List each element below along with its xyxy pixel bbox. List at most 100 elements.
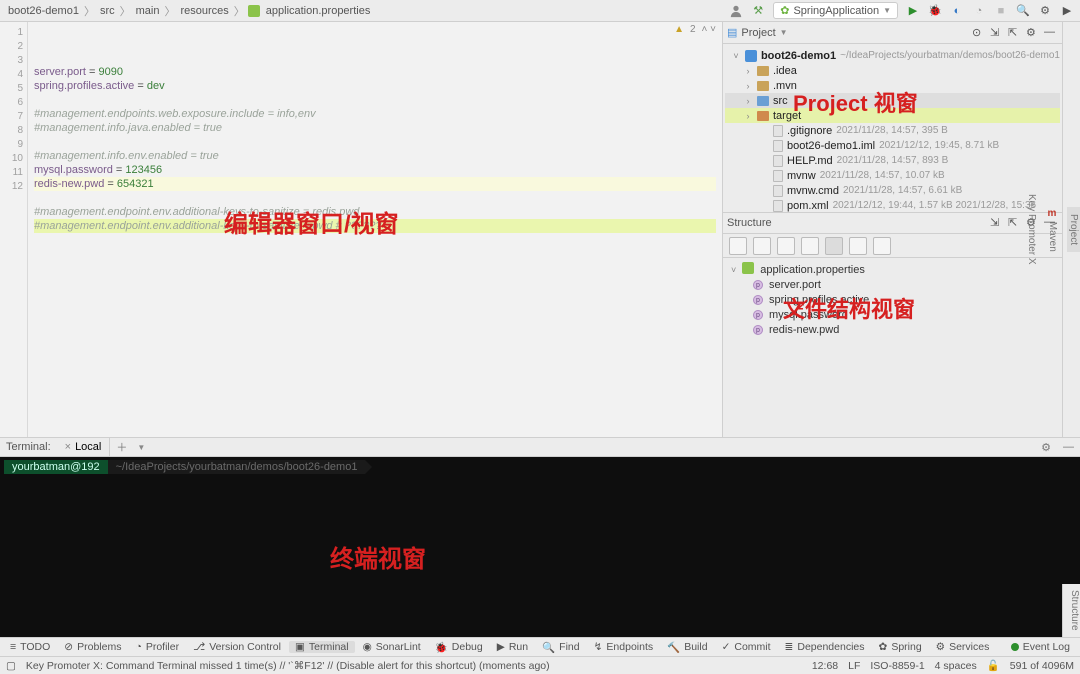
tree-file[interactable]: boot26-demo1.iml 2021/12/12, 19:45, 8.71… — [725, 138, 1060, 153]
notification-icon[interactable]: ▢ — [6, 660, 16, 672]
crumb-project[interactable]: boot26-demo1 — [6, 5, 81, 17]
stop-icon[interactable]: ■ — [994, 4, 1008, 18]
code-line[interactable] — [34, 93, 716, 107]
structure-property[interactable]: pserver.port — [727, 277, 1058, 292]
structure-property[interactable]: predis-new.pwd — [727, 322, 1058, 337]
code-line[interactable]: #management.endpoints.web.exposure.inclu… — [34, 107, 716, 121]
code-line[interactable]: redis-new.pwd = 654321 — [34, 177, 716, 191]
close-icon[interactable]: × — [65, 441, 71, 453]
tree-folder[interactable]: ›.mvn — [725, 78, 1060, 93]
tool-debug[interactable]: 🐞Debug — [429, 641, 489, 654]
tool-event-log[interactable]: Event Log — [1005, 641, 1076, 653]
crumb-file[interactable]: application.properties — [264, 5, 373, 17]
code-line[interactable] — [34, 135, 716, 149]
terminal-body[interactable]: yourbatman@192 ~/IdeaProjects/yourbatman… — [0, 457, 1080, 637]
tool-endpoints[interactable]: ↯Endpoints — [588, 641, 660, 653]
tool-sonarlint[interactable]: ◉SonarLint — [357, 641, 427, 653]
breadcrumb[interactable]: boot26-demo1 〉 src 〉 main 〉 resources 〉 … — [0, 3, 372, 19]
structure-property[interactable]: pspring.profiles.active — [727, 292, 1058, 307]
hide-icon[interactable]: — — [1044, 26, 1058, 40]
play-multicolor-icon[interactable]: ▶ — [1060, 4, 1074, 18]
crumb-resources[interactable]: resources — [178, 5, 230, 17]
tree-folder-src[interactable]: ›src — [725, 93, 1060, 108]
tool-dependencies[interactable]: ≣Dependencies — [779, 641, 871, 653]
sort-az-icon[interactable] — [729, 237, 747, 255]
tree-file[interactable]: .gitignore 2021/11/28, 14:57, 395 B — [725, 123, 1060, 138]
user-icon[interactable] — [729, 4, 743, 18]
status-message[interactable]: Key Promoter X: Command Terminal missed … — [26, 660, 550, 672]
sidebar-tab-structure[interactable]: Structure — [1062, 584, 1080, 637]
structure-tree[interactable]: ˅ application.properties pserver.portpsp… — [723, 258, 1062, 408]
line-separator[interactable]: LF — [848, 660, 860, 672]
memory-indicator[interactable]: 591 of 4096M — [1010, 660, 1074, 672]
code-line[interactable]: #management.endpoint.env.additional-keys… — [34, 205, 716, 219]
tree-file[interactable]: mvnw.cmd 2021/11/28, 14:57, 6.61 kB — [725, 183, 1060, 198]
tree-folder-target[interactable]: ›target — [725, 108, 1060, 123]
tool-window-bar[interactable]: ≡TODO⊘Problems◔Profiler⎇Version Control▣… — [0, 637, 1080, 656]
profile-icon[interactable]: ◔ — [972, 4, 986, 18]
code-line[interactable] — [34, 191, 716, 205]
hammer-icon[interactable]: ⚒ — [751, 4, 765, 18]
hide-icon[interactable]: — — [1057, 441, 1080, 453]
tree-file[interactable]: pom.xml 2021/12/12, 19:44, 1.57 kB 2021/… — [725, 198, 1060, 212]
tool-version-control[interactable]: ⎇Version Control — [187, 641, 287, 653]
gear-icon[interactable]: ⚙ — [1035, 441, 1057, 454]
show-fields-icon[interactable] — [849, 237, 867, 255]
search-icon[interactable]: 🔍 — [1016, 4, 1030, 18]
run-config-select[interactable]: ✿ SpringApplication ▼ — [773, 2, 898, 19]
tool-problems[interactable]: ⊘Problems — [58, 641, 127, 653]
collapse-all-icon[interactable]: ⇱ — [1008, 216, 1022, 230]
sidebar-tab-project[interactable]: Project — [1067, 207, 1080, 252]
run-icon[interactable]: ▶ — [906, 4, 920, 18]
tree-file[interactable]: HELP.md 2021/11/28, 14:57, 893 B — [725, 153, 1060, 168]
file-encoding[interactable]: ISO-8859-1 — [870, 660, 924, 672]
tool-commit[interactable]: ✓Commit — [716, 641, 777, 653]
lock-icon[interactable]: 🔓 — [987, 659, 1000, 672]
debug-icon[interactable]: 🐞 — [928, 4, 942, 18]
editor-code[interactable]: ▲ 2 ˄ ˅ server.port = 9090spring.profile… — [28, 22, 722, 437]
chevron-down-icon[interactable]: ▼ — [780, 28, 788, 37]
gear-icon[interactable]: ⚙ — [1026, 26, 1040, 40]
tool-build[interactable]: 🔨Build — [661, 641, 713, 654]
code-line[interactable]: #management.info.java.enabled = true — [34, 121, 716, 135]
tree-folder[interactable]: ›.idea — [725, 63, 1060, 78]
terminal-tab-local[interactable]: × Local — [57, 438, 111, 456]
structure-panel-header[interactable]: Structure ⇲ ⇱ ⚙ — — [723, 212, 1062, 234]
expand-all-icon[interactable]: ⇲ — [990, 26, 1004, 40]
expand-all-icon[interactable]: ⇲ — [990, 216, 1004, 230]
gear-icon[interactable]: ⚙ — [1038, 4, 1052, 18]
tool-find[interactable]: 🔍Find — [536, 641, 586, 654]
structure-root[interactable]: ˅ application.properties — [727, 262, 1058, 277]
code-line[interactable]: server.port = 9090 — [34, 65, 716, 79]
tool-terminal[interactable]: ▣Terminal — [289, 641, 355, 653]
inspection-widget[interactable]: ▲ 2 ˄ ˅ — [674, 24, 716, 35]
editor-pane[interactable]: 123456789101112 ▲ 2 ˄ ˅ server.port = 90… — [0, 22, 722, 437]
tool-spring[interactable]: ✿Spring — [873, 641, 928, 653]
tree-file[interactable]: mvnw 2021/11/28, 14:57, 10.07 kB — [725, 168, 1060, 183]
code-line[interactable]: spring.profiles.active = dev — [34, 79, 716, 93]
sort-za-icon[interactable] — [753, 237, 771, 255]
code-line[interactable]: #management.endpoint.env.additional-keys… — [34, 219, 716, 233]
terminal-pane[interactable]: Terminal: × Local ＋ ▼ ⚙ — yourbatman@192… — [0, 437, 1080, 637]
code-line[interactable]: #management.info.env.enabled = true — [34, 149, 716, 163]
collapse-all-icon[interactable]: ⇱ — [1008, 26, 1022, 40]
code-line[interactable]: mysql.password = 123456 — [34, 163, 716, 177]
chevron-down-icon[interactable]: ▼ — [133, 443, 149, 452]
tool-profiler[interactable]: ◔Profiler — [129, 641, 185, 653]
expander-icon[interactable]: ˅ — [731, 51, 741, 61]
expander-icon[interactable]: ˅ — [731, 265, 736, 275]
terminal-add-button[interactable]: ＋ — [110, 439, 133, 455]
autoscroll-from-icon[interactable] — [825, 237, 843, 255]
project-panel-header[interactable]: ▤ Project ▼ ⊙ ⇲ ⇱ ⚙ — — [723, 22, 1062, 44]
indent-setting[interactable]: 4 spaces — [935, 660, 977, 672]
caret-position[interactable]: 12:68 — [812, 660, 838, 672]
tree-root[interactable]: ˅ boot26-demo1 ~/IdeaProjects/yourbatman… — [725, 48, 1060, 63]
tool-services[interactable]: ⚙Services — [930, 641, 996, 653]
project-tree[interactable]: ˅ boot26-demo1 ~/IdeaProjects/yourbatman… — [723, 44, 1062, 212]
tool-todo[interactable]: ≡TODO — [4, 641, 56, 653]
autoscroll-src-icon[interactable] — [801, 237, 819, 255]
select-opened-icon[interactable]: ⊙ — [972, 26, 986, 40]
tool-run[interactable]: ▶Run — [491, 641, 534, 653]
crumb-src[interactable]: src — [98, 5, 117, 17]
show-inherited-icon[interactable] — [873, 237, 891, 255]
